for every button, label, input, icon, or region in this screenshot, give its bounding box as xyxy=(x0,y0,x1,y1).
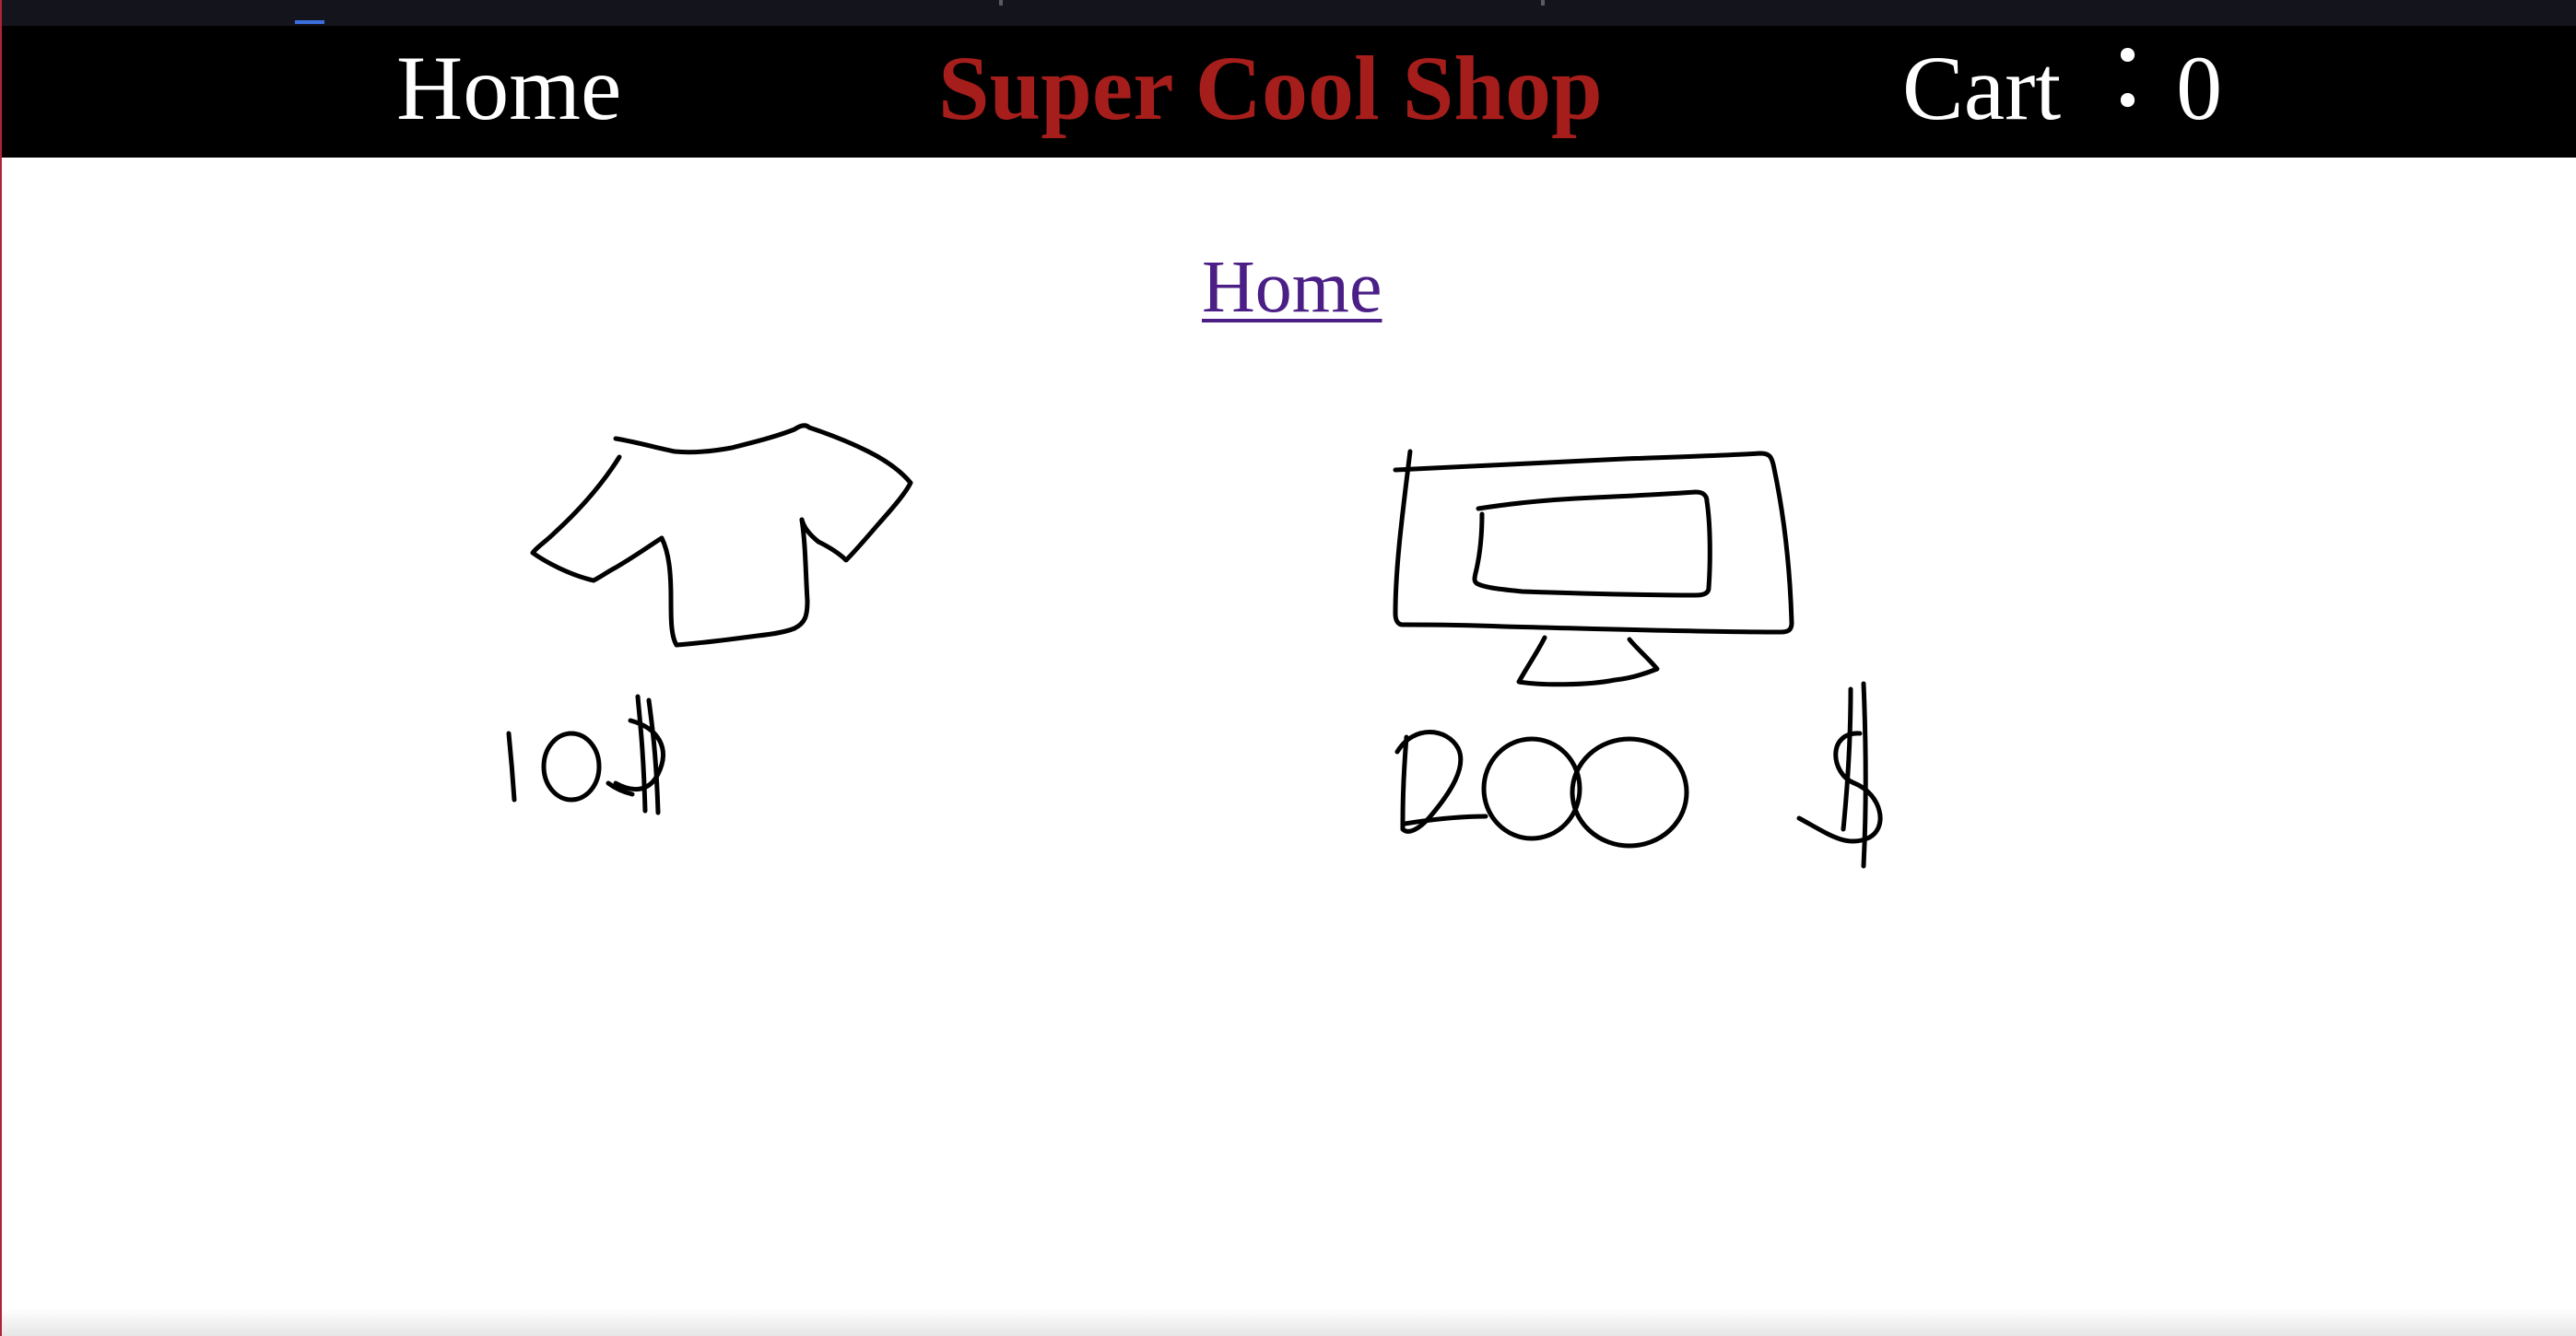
nav-home-link[interactable]: Home xyxy=(396,42,621,135)
home-link[interactable]: Home xyxy=(1202,251,1382,324)
product-t-shirt[interactable]: 10$ xyxy=(481,405,960,838)
strip-mark-left xyxy=(999,0,1003,6)
strip-mark-right xyxy=(1541,0,1545,6)
product-monitor[interactable]: 200$ xyxy=(1366,424,1937,903)
browser-top-strip xyxy=(2,0,2576,26)
top-navbar: Home Super Cool Shop Cart︓ 0 xyxy=(2,26,2576,158)
page: Home Super Cool Shop Cart︓ 0 Home 10$ xyxy=(0,0,2576,1336)
t-shirt-sketch-icon xyxy=(506,423,913,815)
monitor-sketch-icon xyxy=(1393,449,1883,869)
bottom-shadow xyxy=(2,1308,2576,1336)
cart-link[interactable]: Cart︓ 0 xyxy=(1902,42,2222,135)
focus-indicator xyxy=(295,20,324,24)
shop-title: Super Cool Shop xyxy=(938,37,1603,139)
